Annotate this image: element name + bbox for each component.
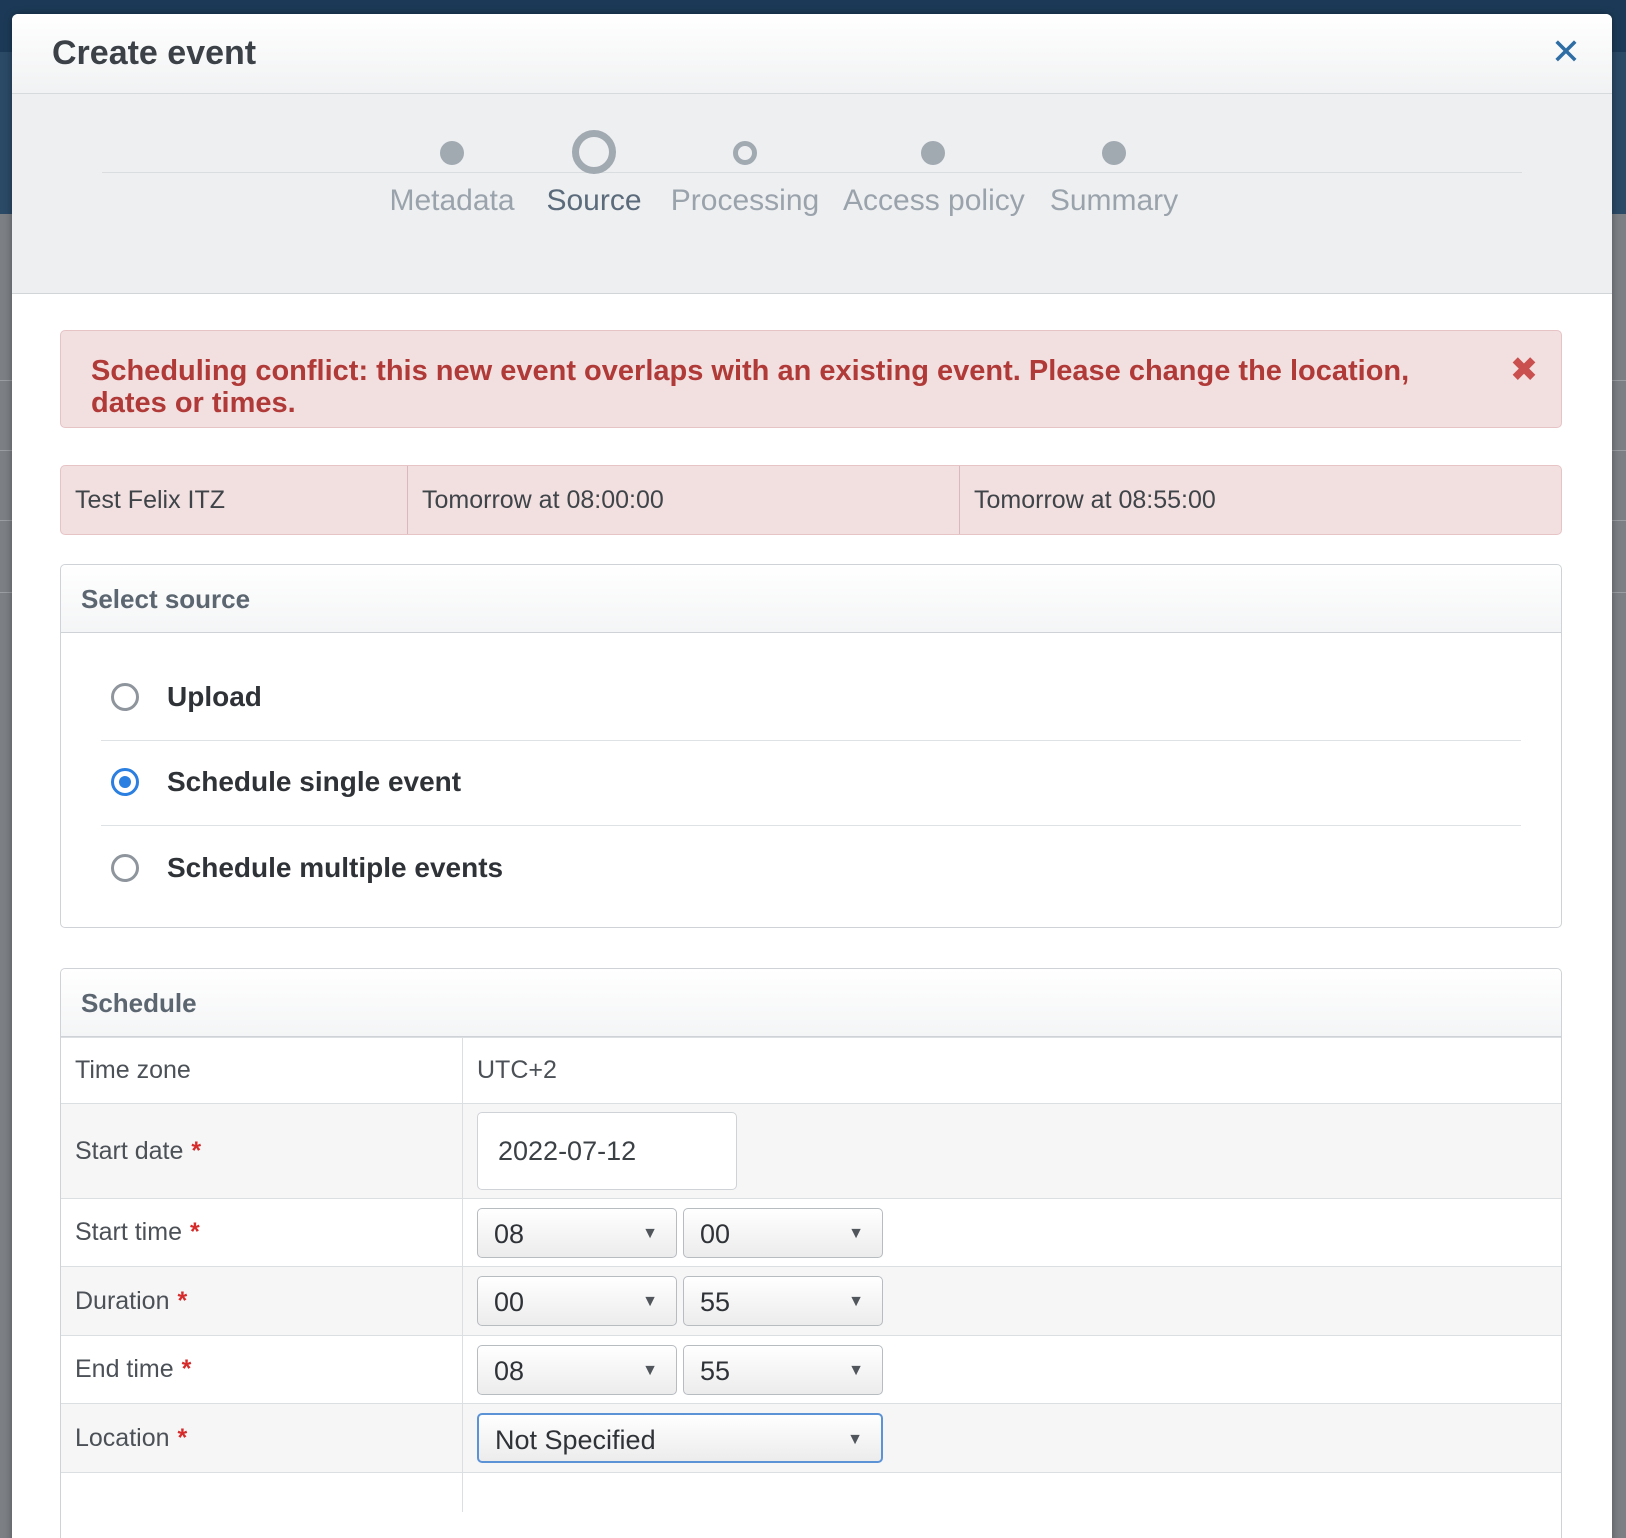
start-hour-select[interactable]: 08 ▼ [477, 1207, 677, 1258]
chevron-down-icon: ▼ [642, 1361, 658, 1379]
end-hour-select[interactable]: 08 ▼ [477, 1344, 677, 1395]
duration-minutes-select[interactable]: 55 ▼ [683, 1276, 883, 1326]
schedule-panel: Schedule Time zone UTC+2 Start date * 202… [60, 968, 1562, 1538]
panel-heading: Schedule [61, 969, 1561, 1037]
radio-label: Upload [167, 680, 262, 712]
table-row: Location * Not Specified ▼ [61, 1403, 1561, 1472]
step-pending-icon [1102, 141, 1126, 165]
chevron-down-icon: ▼ [848, 1361, 864, 1379]
step-next-icon [733, 141, 757, 165]
conflict-event-title: Test Felix ITZ [61, 466, 408, 534]
step-summary[interactable]: Summary [1024, 130, 1204, 218]
create-event-modal: Create event ✕ Metadata Source Processin… [12, 14, 1612, 1538]
duration-hours-select[interactable]: 00 ▼ [477, 1276, 677, 1326]
source-option-multiple[interactable]: Schedule multiple events [101, 824, 1521, 912]
close-icon[interactable]: ✕ [1546, 32, 1586, 72]
radio-button[interactable] [111, 854, 139, 882]
table-row: Time zone UTC+2 [61, 1037, 1561, 1103]
source-option-upload[interactable]: Upload [101, 653, 1521, 741]
location-label: Location * [61, 1404, 463, 1472]
radio-label: Schedule single event [167, 765, 462, 797]
table-row [61, 1472, 1561, 1512]
chevron-down-icon: ▼ [847, 1431, 863, 1448]
table-row: Start date * 2022-07-12 [61, 1103, 1561, 1198]
duration-label: Duration * [61, 1267, 463, 1335]
end-time-label: End time * [61, 1336, 463, 1403]
step-access-policy[interactable]: Access policy [843, 130, 1025, 218]
modal-header: Create event ✕ [12, 14, 1612, 94]
alert-close-icon[interactable]: ✖ [1507, 353, 1541, 387]
start-time-label: Start time * [61, 1199, 463, 1266]
panel-heading: Select source [61, 565, 1561, 633]
select-source-panel: Select source Upload Schedule single eve… [60, 564, 1562, 928]
table-row: End time * 08 ▼ 55 ▼ [61, 1335, 1561, 1403]
step-pending-icon [921, 141, 945, 165]
wizard-steps: Metadata Source Processing Access policy… [12, 94, 1612, 294]
start-date-label: Start date * [61, 1104, 463, 1198]
chevron-down-icon: ▼ [848, 1224, 864, 1242]
chevron-down-icon: ▼ [642, 1224, 658, 1242]
start-minute-select[interactable]: 00 ▼ [683, 1207, 883, 1258]
step-label: Access policy [843, 184, 1025, 217]
timezone-label: Time zone [61, 1038, 463, 1103]
chevron-down-icon: ▼ [642, 1293, 658, 1310]
modal-title: Create event [52, 34, 257, 72]
alert-message: Scheduling conflict: this new event over… [91, 355, 1410, 419]
conflict-start: Tomorrow at 08:00:00 [408, 466, 960, 534]
radio-button[interactable] [111, 682, 139, 711]
step-label: Summary [1049, 184, 1179, 217]
timezone-value: UTC+2 [477, 1056, 557, 1084]
source-option-single[interactable]: Schedule single event [101, 738, 1521, 826]
table-row: Start time * 08 ▼ 00 ▼ [61, 1198, 1561, 1266]
step-processing[interactable]: Processing [655, 130, 835, 218]
radio-button[interactable] [111, 767, 139, 796]
end-minute-select[interactable]: 55 ▼ [683, 1344, 883, 1395]
step-active-icon [572, 130, 616, 174]
radio-label: Schedule multiple events [167, 852, 504, 883]
step-label: Processing [670, 184, 820, 217]
step-done-icon [440, 141, 464, 165]
conflict-alert: Scheduling conflict: this new event over… [60, 330, 1562, 428]
table-row: Duration * 00 ▼ 55 ▼ [61, 1266, 1561, 1335]
conflict-end: Tomorrow at 08:55:00 [974, 486, 1216, 514]
chevron-down-icon: ▼ [848, 1293, 864, 1310]
start-date-input[interactable]: 2022-07-12 [477, 1112, 737, 1190]
conflict-table-row: Test Felix ITZ Tomorrow at 08:00:00 Tomo… [60, 465, 1562, 535]
location-select[interactable]: Not Specified ▼ [477, 1413, 883, 1463]
